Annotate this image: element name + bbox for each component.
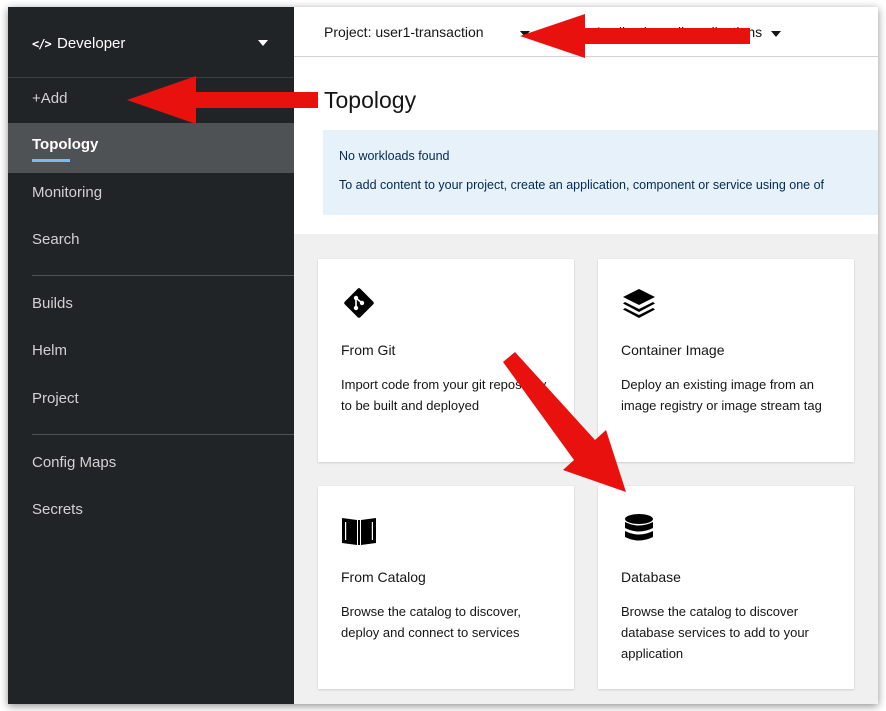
card-description: Deploy an existing image from an image r… [621,377,822,413]
caret-down-icon [258,40,268,46]
card-title: From Catalog [341,569,426,585]
card-title: Container Image [621,342,725,358]
container-image-icon [623,289,655,318]
active-indicator [32,159,70,162]
page-header: Topology No workloads found To add conte… [294,57,878,234]
nav-item-label: Helm [32,342,68,359]
nav-item-label: Project [32,390,79,407]
database-icon [625,514,653,541]
nav-item-topology[interactable]: Topology [8,123,294,173]
nav-item-label: Builds [32,295,73,312]
nav-item-label: +Add [32,90,68,107]
project-selector[interactable]: Project: user1-transaction [324,24,484,40]
nav-item-monitoring[interactable]: Monitoring [8,171,294,217]
code-icon: </> [32,37,52,51]
nav-item-project[interactable]: Project [8,377,294,423]
nav-item-add[interactable]: +Add [8,77,294,123]
git-icon [344,288,374,318]
nav-item-label: Topology [32,136,99,153]
nav-item-builds[interactable]: Builds [8,282,294,328]
caret-down-icon[interactable] [771,31,781,37]
nav-item-label: Search [32,231,80,248]
main-content: Project: user1-transaction Application: … [294,7,878,704]
nav-divider [32,275,294,276]
sidebar: </> Developer +Add Topology Monitoring S… [8,7,294,704]
card-title: Database [621,569,681,585]
nav-item-label: Config Maps [32,454,117,471]
card-description: Import code from your git repository to … [341,377,547,413]
nav-item-helm[interactable]: Helm [8,329,294,375]
console-window: </> Developer +Add Topology Monitoring S… [8,7,878,704]
nav-item-config-maps[interactable]: Config Maps [8,441,294,487]
page-title: Topology [324,87,417,113]
perspective-switcher[interactable]: </> Developer [8,7,294,78]
alert-title: No workloads found [339,149,450,163]
application-selector[interactable]: Application: all applications [594,24,762,40]
perspective-label: Developer [57,35,126,52]
nav-item-label: Monitoring [32,184,103,201]
card-container-image[interactable]: Container Image Deploy an existing image… [598,259,854,462]
nav-item-search[interactable]: Search [8,218,294,264]
card-database[interactable]: Database Browse the catalog to discover … [598,486,854,689]
card-from-git[interactable]: From Git Import code from your git repos… [318,259,574,462]
nav-item-secrets[interactable]: Secrets [8,488,294,534]
card-from-catalog[interactable]: From Catalog Browse the catalog to disco… [318,486,574,689]
alert-body: To add content to your project, create a… [339,178,825,192]
info-alert: No workloads found To add content to you… [323,130,878,215]
nav-item-label: Secrets [32,501,83,518]
card-description: Browse the catalog to discover database … [621,604,809,661]
card-title: From Git [341,342,396,358]
caret-down-icon[interactable] [520,31,530,37]
nav-divider [32,434,294,435]
context-bar: Project: user1-transaction Application: … [294,7,878,57]
catalog-book-icon [342,518,376,545]
card-description: Browse the catalog to discover, deploy a… [341,604,521,640]
